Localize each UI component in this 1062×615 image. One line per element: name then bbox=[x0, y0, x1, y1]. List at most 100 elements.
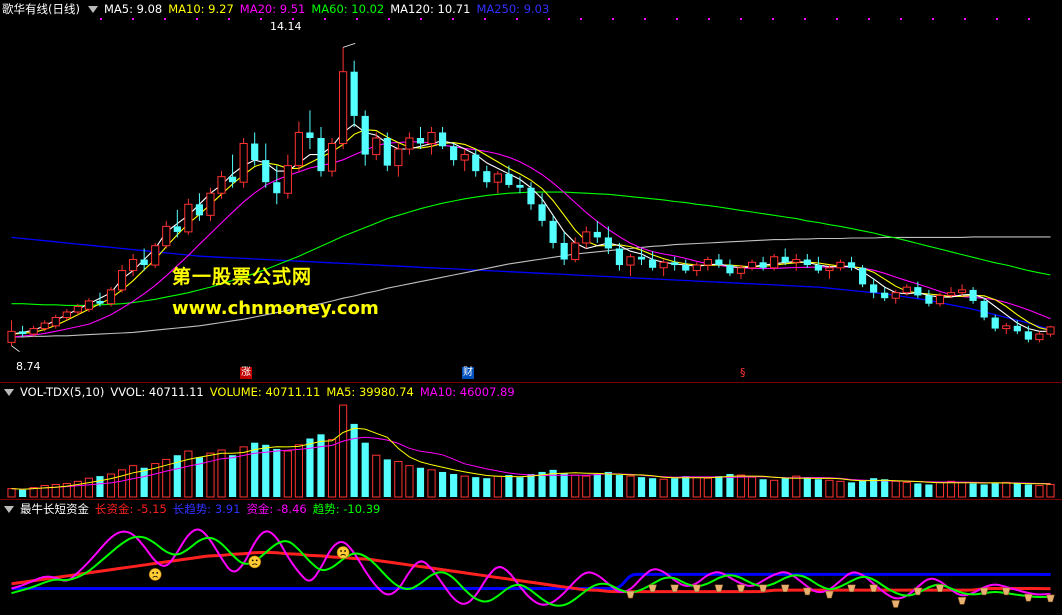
long-fund-label: 长资金: -5.15 bbox=[95, 502, 167, 516]
volume-bar bbox=[637, 477, 646, 497]
candle-body bbox=[294, 131, 303, 167]
candle-body bbox=[847, 262, 856, 268]
dropdown-triangle-icon[interactable] bbox=[4, 389, 14, 396]
candle-body bbox=[770, 256, 779, 269]
volume-bar bbox=[427, 469, 436, 498]
volume-bar bbox=[781, 478, 789, 497]
long-fund-line bbox=[11, 551, 1051, 594]
volume-bar bbox=[239, 446, 248, 498]
candle-body bbox=[40, 322, 49, 330]
low-pointer bbox=[11, 345, 20, 353]
volume-bar bbox=[361, 442, 369, 497]
tag-s[interactable]: § bbox=[740, 367, 746, 379]
face-eye bbox=[340, 550, 343, 552]
volume-bar bbox=[902, 481, 911, 498]
candle-body bbox=[803, 259, 811, 266]
candle-body bbox=[858, 267, 867, 285]
volume-label: VOLUME: 40711.11 bbox=[209, 385, 321, 399]
volume-bar bbox=[692, 476, 701, 498]
candle-body bbox=[262, 160, 270, 183]
volume-bar bbox=[129, 465, 138, 498]
candle-body bbox=[759, 262, 767, 268]
volume-bar bbox=[372, 454, 381, 498]
volume-bar bbox=[825, 479, 834, 498]
ind-name: 最牛长短资金 bbox=[20, 502, 89, 516]
top-dot-marker bbox=[356, 18, 358, 20]
candle-body bbox=[251, 143, 259, 161]
volume-bar bbox=[106, 473, 116, 498]
ma10-label: MA10: 9.27 bbox=[168, 2, 234, 16]
volume-bar bbox=[283, 450, 292, 498]
candle-body bbox=[593, 231, 601, 238]
indicator-chart bbox=[11, 528, 1055, 608]
trend-line bbox=[11, 535, 1051, 607]
volume-bar bbox=[438, 471, 447, 497]
volume-bar bbox=[383, 459, 391, 497]
candle-body bbox=[7, 330, 16, 343]
face-circle bbox=[248, 555, 261, 569]
candle-body bbox=[659, 261, 668, 269]
candle-body bbox=[51, 317, 60, 327]
candle-body bbox=[416, 138, 425, 144]
candle-body bbox=[571, 242, 580, 261]
volume-bar bbox=[472, 477, 480, 497]
volume-bar bbox=[770, 479, 779, 498]
volume-bar bbox=[671, 478, 679, 497]
candle-body bbox=[671, 262, 679, 266]
volume-bar bbox=[350, 423, 358, 497]
top-dot-marker bbox=[612, 18, 614, 20]
candle-body bbox=[1002, 325, 1011, 330]
bull-head-icon bbox=[957, 597, 967, 605]
volume-bar bbox=[891, 480, 900, 498]
watermark-url: www.chnmoney.com bbox=[172, 298, 379, 319]
candle-body bbox=[361, 115, 369, 155]
tag-cai[interactable]: 财 bbox=[462, 367, 474, 379]
candle-body bbox=[273, 182, 281, 194]
dropdown-triangle-icon[interactable] bbox=[4, 506, 14, 513]
dropdown-triangle-icon[interactable] bbox=[87, 6, 98, 13]
volume-bar bbox=[881, 479, 889, 497]
volume-bar bbox=[703, 477, 712, 498]
volume-bar bbox=[505, 475, 513, 497]
indicator-panel[interactable]: 最牛长短资金 长资金: -5.15 长趋势: 3.91 资金: -8.46 趋势: -1… bbox=[0, 500, 1062, 615]
volume-bar bbox=[925, 484, 933, 497]
candle-body bbox=[715, 259, 723, 266]
candle-body bbox=[306, 132, 314, 138]
candle-body bbox=[969, 289, 977, 301]
volume-bar bbox=[450, 474, 458, 497]
volume-bar bbox=[96, 476, 104, 497]
top-dot-marker bbox=[196, 18, 198, 20]
face-eye bbox=[251, 559, 254, 562]
bull-head-icon bbox=[825, 590, 834, 599]
volume-bar bbox=[140, 467, 148, 497]
candle-body bbox=[339, 71, 348, 145]
candle-body bbox=[117, 270, 127, 291]
candle-body bbox=[527, 187, 535, 205]
candle-body bbox=[18, 331, 27, 335]
candle-body bbox=[870, 284, 878, 293]
tag-zhang[interactable]: 涨 bbox=[240, 367, 252, 379]
top-dot-marker bbox=[452, 18, 454, 20]
candle-body bbox=[184, 203, 193, 233]
volume-bar bbox=[571, 474, 580, 498]
candle-body bbox=[516, 184, 524, 188]
price-chart bbox=[7, 18, 1055, 353]
volume-bar bbox=[483, 478, 491, 497]
bull-head-icon bbox=[626, 590, 635, 599]
price-panel[interactable]: 歌华有线(日线) MA5: 9.08 MA10: 9.27 MA20: 9.51 MA6… bbox=[0, 0, 1062, 382]
indicator-header: 最牛长短资金 长资金: -5.15 长趋势: 3.91 资金: -8.46 趋势: -1… bbox=[2, 501, 386, 517]
candle-body bbox=[538, 204, 546, 221]
candle-body bbox=[626, 256, 635, 266]
top-dot-marker bbox=[388, 18, 390, 20]
top-dot-marker bbox=[932, 18, 934, 20]
candle-body bbox=[472, 154, 480, 172]
volume-bar bbox=[914, 483, 922, 497]
candle-body bbox=[283, 165, 292, 194]
volume-bar bbox=[682, 476, 690, 497]
candle-body bbox=[1013, 325, 1021, 332]
volume-panel[interactable]: VOL-TDX(5,10) VVOL: 40711.11 VOLUME: 40711… bbox=[0, 383, 1062, 499]
candle-body bbox=[106, 289, 116, 305]
candle-body bbox=[549, 220, 557, 243]
volume-bar bbox=[1024, 484, 1032, 497]
volume-bar bbox=[405, 465, 414, 498]
